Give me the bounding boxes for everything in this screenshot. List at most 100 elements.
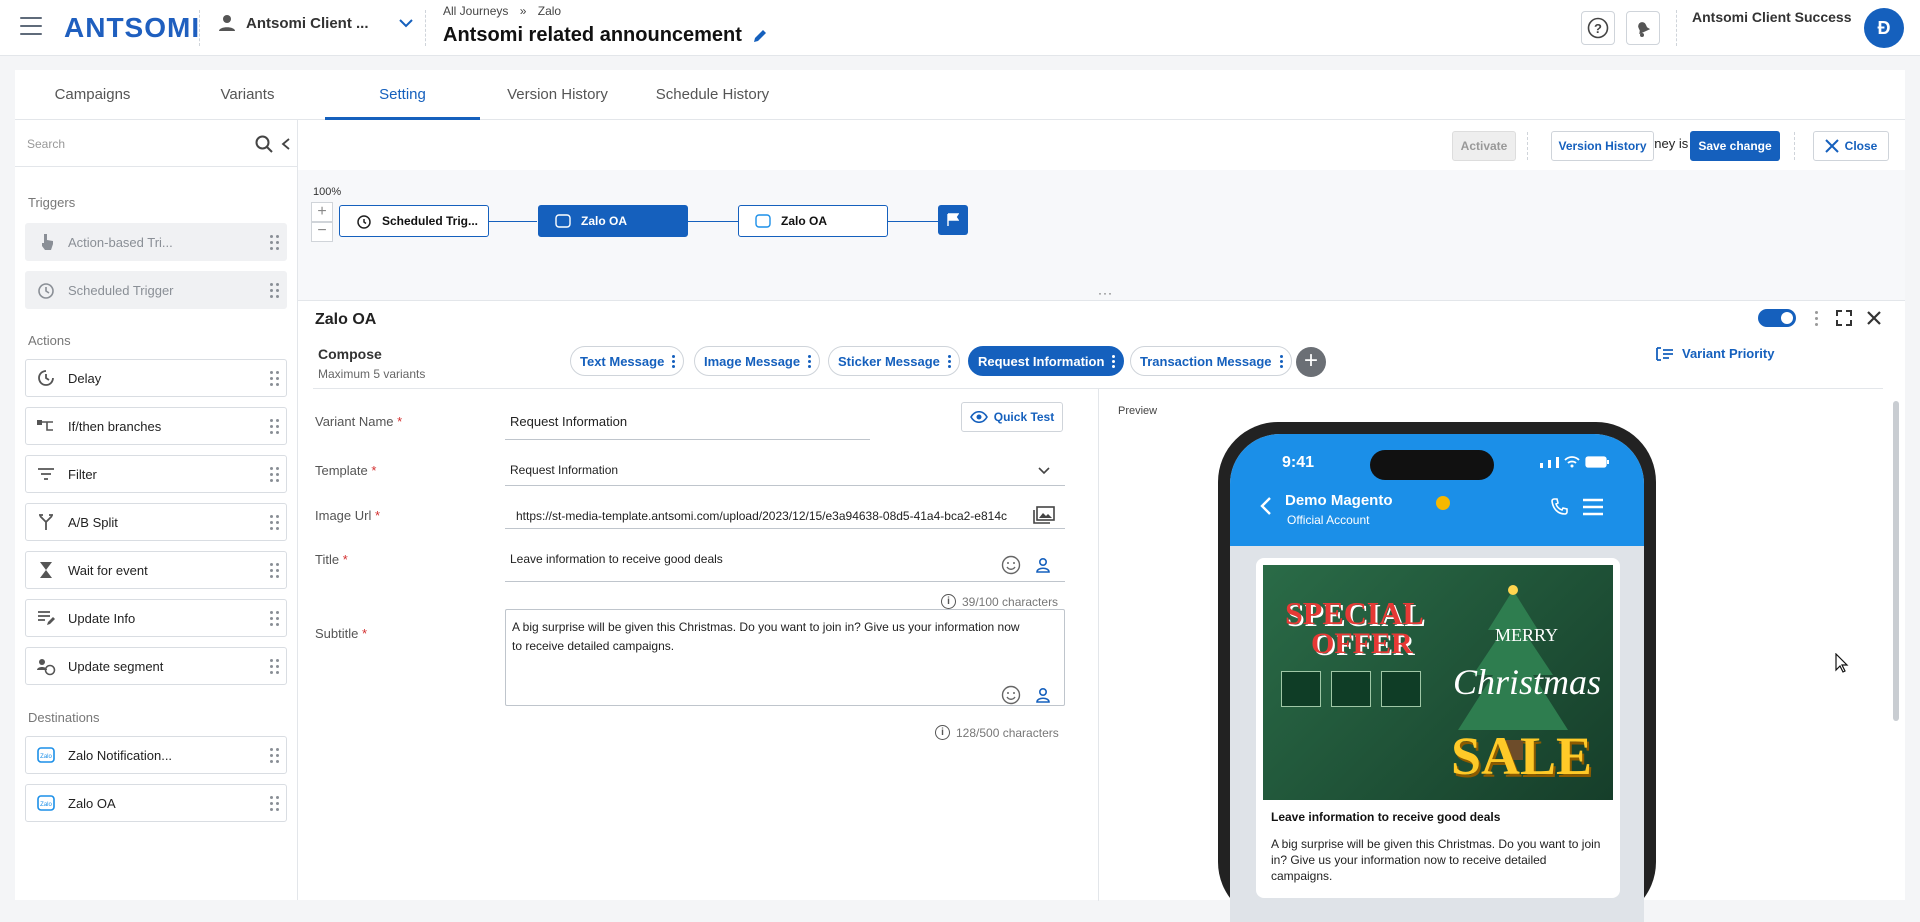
sidebar-item-scheduled-trigger[interactable]: Scheduled Trigger bbox=[25, 271, 287, 309]
subtitle-textarea[interactable]: A big surprise will be given this Christ… bbox=[505, 609, 1065, 706]
variant-tab-transaction-message[interactable]: Transaction Message bbox=[1130, 346, 1292, 376]
node-config-panel: Zalo OA Compose Maximum 5 variants Text … bbox=[298, 300, 1905, 901]
menu-icon[interactable] bbox=[20, 17, 42, 35]
connector-line bbox=[489, 221, 537, 222]
close-icon bbox=[1824, 139, 1839, 153]
title-input[interactable]: Leave information to receive good deals bbox=[510, 552, 723, 566]
drag-handle-icon[interactable] bbox=[270, 563, 280, 579]
more-options-icon[interactable] bbox=[1815, 311, 1819, 326]
breadcrumb-zalo[interactable]: Zalo bbox=[538, 4, 561, 18]
drag-handle-icon[interactable] bbox=[270, 515, 280, 531]
avatar[interactable]: Đ bbox=[1864, 8, 1904, 48]
add-variant-button[interactable]: + bbox=[1296, 347, 1326, 377]
notification-button[interactable] bbox=[1626, 11, 1660, 45]
variant-tab-text-message[interactable]: Text Message bbox=[570, 346, 685, 376]
kebab-icon[interactable] bbox=[947, 354, 951, 368]
kebab-icon[interactable] bbox=[672, 354, 676, 368]
bell-icon bbox=[1638, 22, 1651, 37]
variant-name-label: Variant Name * bbox=[315, 414, 403, 429]
help-button[interactable]: ? bbox=[1581, 11, 1615, 45]
variant-tab-image-message[interactable]: Image Message bbox=[694, 346, 821, 376]
version-history-button[interactable]: Version History bbox=[1551, 131, 1654, 161]
drag-handle-icon[interactable] bbox=[270, 796, 280, 812]
sidebar-item-action-based-trigger[interactable]: Action-based Tri... bbox=[25, 223, 287, 261]
save-change-button[interactable]: Save change bbox=[1690, 131, 1780, 161]
sidebar-item-label: If/then branches bbox=[68, 418, 162, 434]
journey-canvas[interactable]: 100% + − Scheduled Trig... Zalo OA Zalo … bbox=[298, 170, 1905, 300]
close-journey-button[interactable]: Close bbox=[1813, 131, 1889, 161]
node-palette-sidebar: Search Triggers Action-based Tri... Sche… bbox=[15, 120, 298, 900]
drag-handle-icon[interactable] bbox=[270, 467, 280, 483]
zalo-header: 9:41 Demo Magento Official Account bbox=[1230, 434, 1644, 546]
quick-test-button[interactable]: Quick Test bbox=[961, 402, 1063, 432]
phone-call-icon[interactable] bbox=[1550, 497, 1570, 517]
search-icon[interactable] bbox=[255, 135, 273, 153]
drag-handle-icon[interactable] bbox=[270, 611, 280, 627]
variant-tab-sticker-message[interactable]: Sticker Message bbox=[828, 346, 960, 376]
chevron-down-icon[interactable] bbox=[1038, 467, 1050, 475]
emoji-icon[interactable] bbox=[1001, 685, 1021, 705]
template-select[interactable]: Request Information bbox=[510, 463, 618, 477]
back-arrow-icon[interactable] bbox=[1260, 496, 1272, 516]
drag-handle-icon[interactable] bbox=[270, 283, 280, 299]
sidebar-item-delay[interactable]: Delay bbox=[25, 359, 287, 397]
sidebar-item-zalo-oa[interactable]: Zalo Zalo OA bbox=[25, 784, 287, 822]
emoji-icon[interactable] bbox=[1001, 555, 1021, 575]
scrollbar[interactable] bbox=[1893, 401, 1899, 721]
branch-icon bbox=[36, 416, 56, 436]
search-input[interactable]: Search bbox=[27, 137, 65, 151]
svg-text:Zalo: Zalo bbox=[40, 754, 52, 760]
close-panel-icon[interactable] bbox=[1866, 310, 1882, 326]
kebab-icon[interactable] bbox=[1112, 354, 1116, 368]
node-scheduled-trigger[interactable]: Scheduled Trig... bbox=[339, 205, 489, 237]
kebab-icon[interactable] bbox=[808, 354, 812, 368]
variant-tab-request-information[interactable]: Request Information bbox=[968, 346, 1125, 376]
image-url-input[interactable]: https://st-media-template.antsomi.com/up… bbox=[516, 509, 1028, 523]
drag-handle-icon[interactable] bbox=[270, 419, 280, 435]
drag-handle-icon[interactable] bbox=[270, 371, 280, 387]
personalize-icon[interactable] bbox=[1035, 687, 1051, 703]
variant-name-input[interactable]: Request Information bbox=[510, 414, 627, 429]
priority-list-icon bbox=[1656, 346, 1673, 361]
sidebar-item-if-then-branches[interactable]: If/then branches bbox=[25, 407, 287, 445]
template-label: Template * bbox=[315, 463, 377, 478]
drag-handle-icon[interactable] bbox=[270, 659, 280, 675]
kebab-icon[interactable] bbox=[1279, 354, 1283, 368]
banner-merry: MERRY bbox=[1495, 625, 1559, 645]
sidebar-item-filter[interactable]: Filter bbox=[25, 455, 287, 493]
question-icon: ? bbox=[1587, 17, 1609, 39]
expand-icon[interactable] bbox=[1836, 310, 1852, 326]
tab-variants[interactable]: Variants bbox=[170, 70, 325, 120]
menu-icon[interactable] bbox=[1582, 498, 1604, 516]
tab-schedule-history[interactable]: Schedule History bbox=[635, 70, 790, 120]
antsomi-logo[interactable]: ANTSOMI bbox=[64, 12, 200, 44]
end-flag-node[interactable] bbox=[938, 205, 968, 235]
tab-setting[interactable]: Setting bbox=[325, 70, 480, 120]
node-enable-toggle[interactable] bbox=[1758, 309, 1796, 327]
pencil-icon[interactable] bbox=[752, 28, 768, 44]
zoom-out-button[interactable]: − bbox=[311, 222, 333, 242]
drag-handle-icon[interactable] bbox=[270, 235, 280, 251]
node-zalo-oa-selected[interactable]: Zalo OA bbox=[538, 205, 688, 237]
account-selector[interactable]: Antsomi Client ... bbox=[218, 14, 413, 32]
drag-handle-icon[interactable] bbox=[270, 748, 280, 764]
search-box[interactable]: Search bbox=[25, 130, 290, 158]
sidebar-item-update-segment[interactable]: Update segment bbox=[25, 647, 287, 685]
activate-button[interactable]: Activate bbox=[1452, 131, 1516, 161]
tab-version-history[interactable]: Version History bbox=[480, 70, 635, 120]
sidebar-item-ab-split[interactable]: A/B Split bbox=[25, 503, 287, 541]
sidebar-item-zalo-notification[interactable]: Zalo Zalo Notification... bbox=[25, 736, 287, 774]
connector-line bbox=[688, 221, 738, 222]
variant-priority-button[interactable]: Variant Priority bbox=[1656, 346, 1774, 361]
resize-handle-icon[interactable]: ··· bbox=[1098, 286, 1113, 300]
collapse-icon[interactable] bbox=[281, 138, 291, 150]
sidebar-item-wait-for-event[interactable]: Wait for event bbox=[25, 551, 287, 589]
node-zalo-oa[interactable]: Zalo OA bbox=[738, 205, 888, 237]
image-gallery-icon[interactable] bbox=[1033, 506, 1055, 524]
breadcrumb-all-journeys[interactable]: All Journeys bbox=[443, 4, 508, 18]
tab-campaigns[interactable]: Campaigns bbox=[15, 70, 170, 120]
zoom-in-button[interactable]: + bbox=[311, 202, 333, 222]
segment-icon bbox=[36, 656, 56, 676]
personalize-icon[interactable] bbox=[1035, 557, 1051, 573]
sidebar-item-update-info[interactable]: Update Info bbox=[25, 599, 287, 637]
